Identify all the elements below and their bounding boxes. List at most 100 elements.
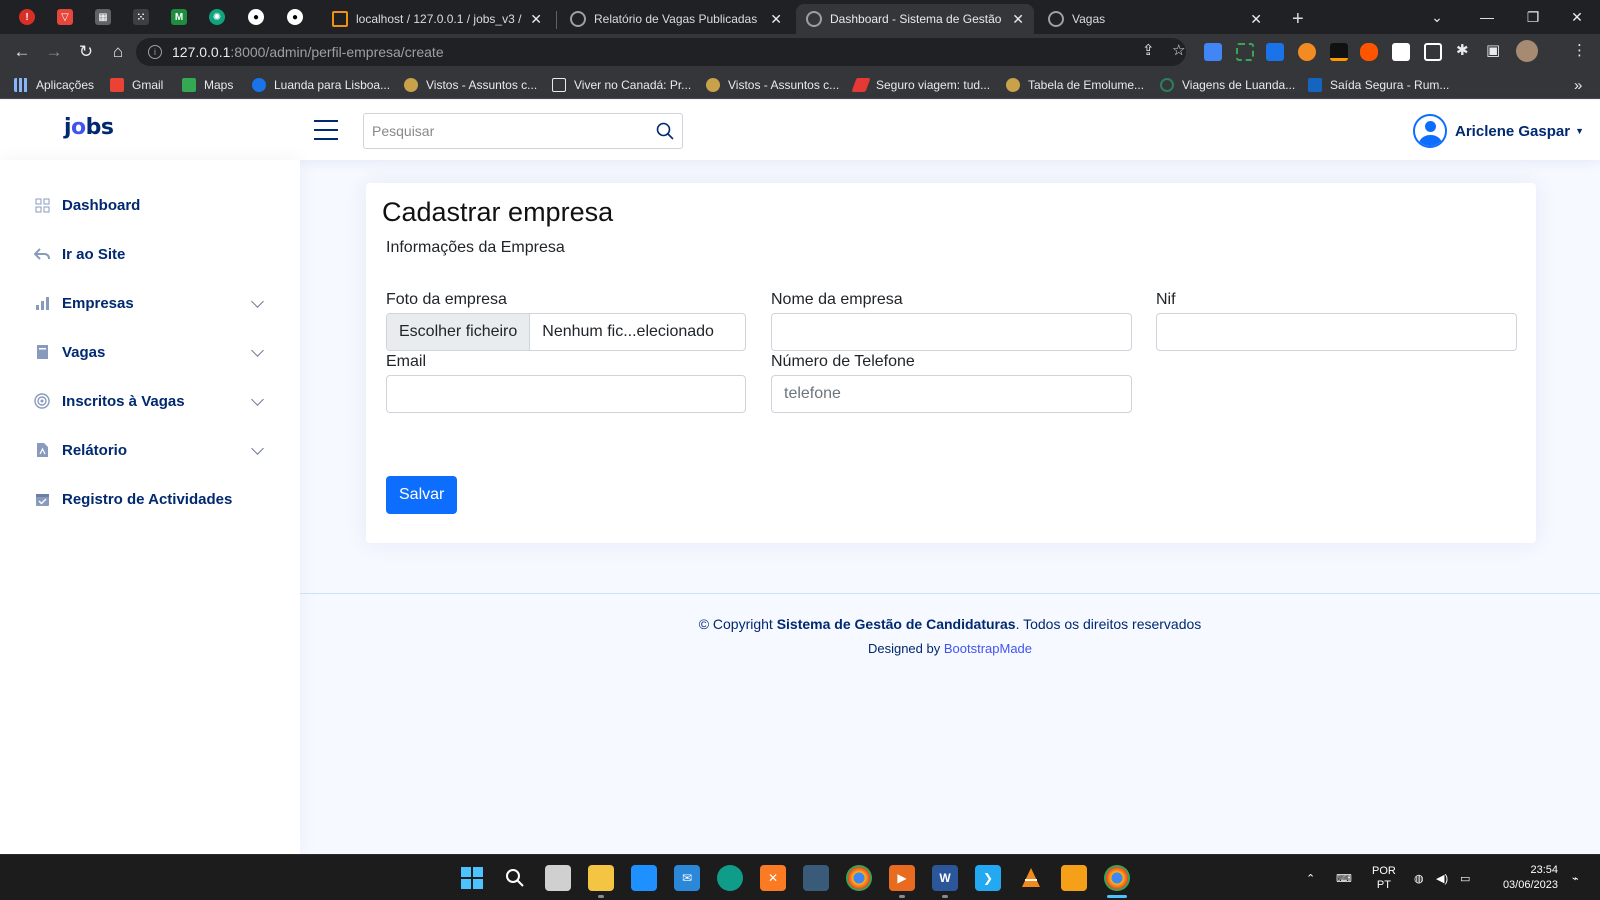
- keyboard-icon[interactable]: ⌨: [1336, 855, 1352, 900]
- screenshot-extension-icon[interactable]: [1236, 43, 1254, 61]
- close-icon[interactable]: ✕: [770, 11, 782, 28]
- home-button[interactable]: ⌂: [106, 40, 130, 64]
- credits-text: Designed by BootstrapMade: [867, 641, 1033, 656]
- user-menu[interactable]: Ariclene Gaspar ▼: [1413, 114, 1584, 148]
- designer-link[interactable]: BootstrapMade: [944, 641, 1032, 656]
- notifications-icon[interactable]: ⌁: [1572, 855, 1579, 900]
- tab-vagas[interactable]: Vagas ✕: [1038, 4, 1272, 34]
- puzzle-extensions-icon[interactable]: ✱: [1456, 41, 1469, 59]
- bookmark-star-icon[interactable]: ☆: [1172, 41, 1185, 59]
- chrome-icon[interactable]: [846, 865, 872, 891]
- mail-icon[interactable]: ✉: [674, 865, 700, 891]
- vscode-icon[interactable]: ❯: [975, 865, 1001, 891]
- sidebar-item-registro[interactable]: Registro de Actividades: [34, 484, 268, 514]
- pinned-tab-1[interactable]: !: [16, 6, 38, 28]
- sidebar-toggle-button[interactable]: [314, 120, 338, 140]
- bookmark-vistos-1[interactable]: Vistos - Assuntos c...: [404, 76, 537, 94]
- pinned-tab-5[interactable]: M: [168, 6, 190, 28]
- new-tab-button[interactable]: +: [1282, 4, 1312, 34]
- volume-icon[interactable]: ◀): [1436, 855, 1448, 900]
- sidebar-item-inscritos[interactable]: Inscritos à Vagas: [34, 386, 268, 416]
- bookmark-flight[interactable]: Luanda para Lisboa...: [252, 76, 390, 94]
- reload-button[interactable]: ↻: [74, 40, 98, 64]
- close-icon[interactable]: ✕: [1250, 11, 1262, 28]
- file-explorer-icon[interactable]: [588, 865, 614, 891]
- bookmark-emolumentos[interactable]: Tabela de Emolume...: [1006, 76, 1144, 94]
- sidebar-item-empresas[interactable]: Empresas: [34, 288, 268, 318]
- search-input[interactable]: [372, 123, 656, 139]
- photo-file-input[interactable]: Escolher ficheiro Nenhum fic...elecionad…: [386, 313, 746, 351]
- back-button[interactable]: ←: [10, 40, 34, 64]
- profile-avatar[interactable]: [1516, 40, 1538, 62]
- pinned-tab-8[interactable]: ●: [284, 6, 306, 28]
- download-extension-icon[interactable]: [1298, 43, 1316, 61]
- brand-name: Sistema de Gestão de Candidaturas: [776, 616, 1016, 632]
- bookmark-viagens[interactable]: Viagens de Luanda...: [1160, 76, 1295, 94]
- choose-file-button[interactable]: Escolher ficheiro: [387, 314, 531, 350]
- tab-relatorio[interactable]: Relatório de Vagas Publicadas ✕: [560, 4, 792, 34]
- minimize-button[interactable]: —: [1464, 0, 1510, 34]
- close-icon[interactable]: ✕: [1012, 11, 1024, 28]
- sublime-icon[interactable]: [1061, 865, 1087, 891]
- translate-extension-icon[interactable]: [1204, 43, 1222, 61]
- sidebar-item-dashboard[interactable]: Dashboard: [34, 190, 268, 220]
- taskbar-search-button[interactable]: [502, 865, 528, 891]
- user-name: Ariclene Gaspar: [1455, 122, 1571, 140]
- hex-extension-icon[interactable]: [1392, 43, 1410, 61]
- pinned-tab-2[interactable]: ▽: [54, 6, 76, 28]
- photos-icon[interactable]: [803, 865, 829, 891]
- site-info-icon[interactable]: i: [148, 45, 162, 59]
- new-extension-icon[interactable]: [1266, 43, 1284, 61]
- bookmark-gmail[interactable]: Gmail: [110, 76, 163, 94]
- search-icon[interactable]: [656, 122, 674, 140]
- side-panel-icon[interactable]: ▣: [1486, 41, 1500, 59]
- phone-field[interactable]: [771, 375, 1132, 413]
- tab-phpmyadmin[interactable]: localhost / 127.0.0.1 / jobs_v3 / v ✕: [322, 4, 552, 34]
- bookmark-seguro[interactable]: Seguro viagem: tud...: [851, 76, 990, 94]
- edge-icon[interactable]: [717, 865, 743, 891]
- nif-field[interactable]: [1156, 313, 1517, 351]
- email-field[interactable]: [386, 375, 746, 413]
- bookmarks-overflow-button[interactable]: »: [1574, 76, 1582, 94]
- store-icon[interactable]: [631, 865, 657, 891]
- tab-search-button[interactable]: ⌄: [1414, 0, 1460, 34]
- dark-extension-icon[interactable]: [1330, 43, 1348, 61]
- pinned-tab-7[interactable]: ●: [245, 6, 267, 28]
- bookmark-saida-segura[interactable]: Saída Segura - Rum...: [1308, 76, 1449, 94]
- vlc-icon[interactable]: [1018, 865, 1044, 891]
- bookmark-canada[interactable]: Viver no Canadá: Pr...: [552, 76, 691, 94]
- pinned-tab-3[interactable]: ▦: [92, 6, 114, 28]
- task-view-icon[interactable]: [545, 865, 571, 891]
- language-indicator[interactable]: POR PT: [1372, 855, 1396, 900]
- bookmark-apps[interactable]: Aplicações: [14, 76, 94, 94]
- word-icon[interactable]: W: [932, 865, 958, 891]
- soundcloud-extension-icon[interactable]: [1360, 43, 1378, 61]
- sidebar-item-vagas[interactable]: Vagas: [34, 337, 268, 367]
- restore-button[interactable]: ❐: [1510, 0, 1556, 34]
- tray-overflow-button[interactable]: ⌃: [1306, 855, 1315, 900]
- bookmark-maps[interactable]: Maps: [182, 76, 233, 94]
- address-bar[interactable]: i 127.0.0.1:8000/admin/perfil-empresa/cr…: [136, 38, 1186, 66]
- battery-icon[interactable]: ▭: [1460, 855, 1470, 900]
- clock[interactable]: 23:54 03/06/2023: [1503, 863, 1558, 893]
- close-window-button[interactable]: ✕: [1554, 0, 1600, 34]
- save-button[interactable]: Salvar: [386, 476, 458, 514]
- pinned-tab-4[interactable]: ⁙: [130, 6, 152, 28]
- bookmark-vistos-2[interactable]: Vistos - Assuntos c...: [706, 76, 839, 94]
- forward-button[interactable]: →: [42, 40, 66, 64]
- pinned-tab-6[interactable]: ✺: [206, 6, 228, 28]
- menu-dots-icon[interactable]: ⋮: [1572, 41, 1587, 59]
- company-name-field[interactable]: [771, 313, 1132, 351]
- sidebar-item-relatorio[interactable]: Relátorio: [34, 435, 268, 465]
- chrome-profile-icon[interactable]: [1104, 865, 1130, 891]
- reader-extension-icon[interactable]: [1424, 43, 1442, 61]
- tab-dashboard[interactable]: Dashboard - Sistema de Gestão d ✕: [796, 4, 1034, 34]
- media-player-icon[interactable]: ▶: [889, 865, 915, 891]
- network-icon[interactable]: ◍: [1414, 855, 1424, 900]
- share-icon[interactable]: ⇪: [1142, 41, 1155, 59]
- jobs-logo[interactable]: jobs: [64, 115, 114, 140]
- sidebar-item-ir-ao-site[interactable]: Ir ao Site: [34, 239, 268, 269]
- xampp-icon[interactable]: ✕: [760, 865, 786, 891]
- windows-start-button[interactable]: [459, 865, 485, 891]
- close-icon[interactable]: ✕: [530, 11, 542, 28]
